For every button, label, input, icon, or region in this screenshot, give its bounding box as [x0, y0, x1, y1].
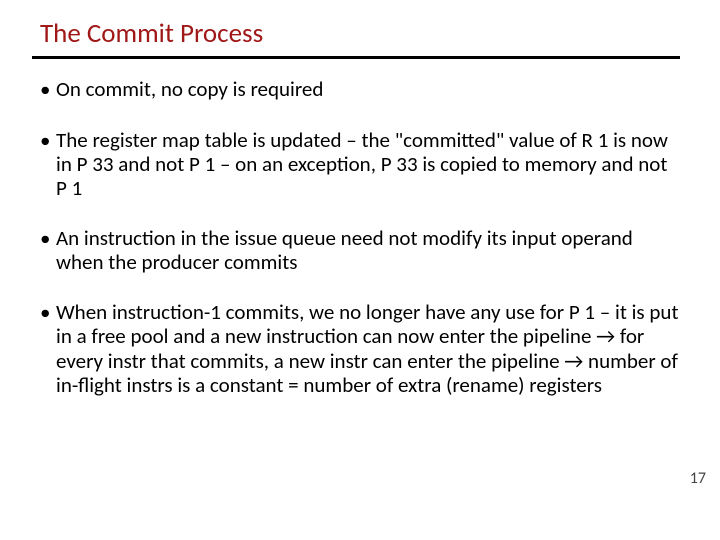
bullet-marker: • — [40, 300, 56, 397]
bullet-item: • On commit, no copy is required — [40, 77, 680, 101]
bullet-marker: • — [40, 128, 56, 200]
bullet-text: An instruction in the issue queue need n… — [56, 226, 680, 274]
page-number: 17 — [690, 469, 706, 488]
title-divider — [32, 56, 680, 59]
slide-content: • On commit, no copy is required • The r… — [40, 77, 680, 396]
slide: The Commit Process • On commit, no copy … — [0, 0, 720, 540]
slide-title: The Commit Process — [40, 18, 680, 50]
bullet-item: • When instruction-1 commits, we no long… — [40, 300, 680, 397]
bullet-text: The register map table is updated – the … — [56, 128, 680, 200]
bullet-item: • The register map table is updated – th… — [40, 128, 680, 200]
bullet-text: On commit, no copy is required — [56, 77, 680, 101]
bullet-item: • An instruction in the issue queue need… — [40, 226, 680, 274]
bullet-marker: • — [40, 77, 56, 101]
bullet-text: When instruction-1 commits, we no longer… — [56, 300, 680, 397]
bullet-marker: • — [40, 226, 56, 274]
